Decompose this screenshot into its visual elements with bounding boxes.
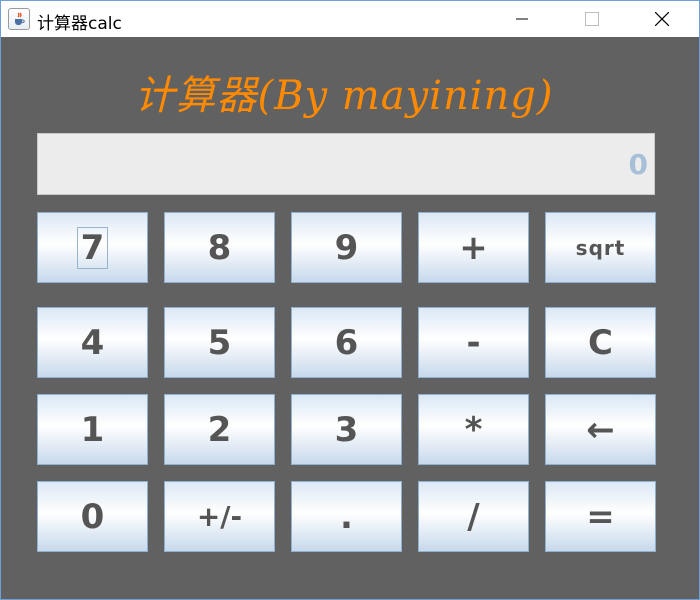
- key-plus[interactable]: +: [418, 212, 529, 283]
- key-label: +/-: [196, 500, 243, 533]
- key-6[interactable]: 6: [291, 307, 402, 378]
- key-backspace[interactable]: ←: [545, 394, 656, 465]
- key-divide[interactable]: /: [418, 481, 529, 552]
- key-4[interactable]: 4: [37, 307, 148, 378]
- key-label: 8: [207, 227, 232, 268]
- key-label: 4: [80, 322, 105, 363]
- key-label: 3: [334, 409, 359, 450]
- key-decimal[interactable]: .: [291, 481, 402, 552]
- key-7[interactable]: 7: [37, 212, 148, 283]
- key-0[interactable]: 0: [37, 481, 148, 552]
- key-label: /: [467, 496, 480, 537]
- key-label: C: [588, 322, 613, 363]
- result-display: 0: [37, 133, 655, 195]
- key-label: 0: [80, 496, 105, 537]
- maximize-icon: [585, 12, 599, 26]
- key-2[interactable]: 2: [164, 394, 275, 465]
- key-label: .: [340, 496, 353, 537]
- key-label: 1: [80, 409, 105, 450]
- window-title: 计算器calc: [37, 14, 122, 34]
- key-3[interactable]: 3: [291, 394, 402, 465]
- key-8[interactable]: 8: [164, 212, 275, 283]
- key-label: 7: [76, 226, 109, 269]
- key-9[interactable]: 9: [291, 212, 402, 283]
- key-label: *: [464, 409, 483, 450]
- key-label: 9: [334, 227, 359, 268]
- minimize-icon: [516, 18, 528, 20]
- key-minus[interactable]: -: [418, 307, 529, 378]
- maximize-button[interactable]: [569, 1, 615, 37]
- java-cup-icon: [8, 8, 30, 30]
- key-multiply[interactable]: *: [418, 394, 529, 465]
- key-label: 5: [207, 322, 232, 363]
- calculator-body: 计算器(By mayining) 0 7 8 9 + sqrt 4 5 6 - …: [1, 37, 699, 599]
- key-label: -: [466, 322, 481, 363]
- app-banner-title: 计算器(By mayining): [134, 73, 554, 119]
- key-label: 2: [207, 409, 232, 450]
- key-label: sqrt: [575, 235, 626, 260]
- minimize-button[interactable]: [499, 1, 545, 37]
- key-sqrt[interactable]: sqrt: [545, 212, 656, 283]
- key-5[interactable]: 5: [164, 307, 275, 378]
- key-equals[interactable]: =: [545, 481, 656, 552]
- backspace-arrow-icon: ←: [586, 409, 615, 450]
- key-clear[interactable]: C: [545, 307, 656, 378]
- close-button[interactable]: [639, 1, 685, 37]
- display-value: 0: [628, 148, 648, 181]
- calculator-window: 计算器calc 计算器(By mayining) 0 7 8 9 + sqrt …: [0, 0, 700, 600]
- key-label: 6: [334, 322, 359, 363]
- key-label: +: [459, 227, 488, 268]
- key-1[interactable]: 1: [37, 394, 148, 465]
- title-bar[interactable]: 计算器calc: [1, 1, 699, 37]
- key-label: =: [586, 496, 615, 537]
- close-icon: [655, 12, 669, 26]
- key-plus-minus[interactable]: +/-: [164, 481, 275, 552]
